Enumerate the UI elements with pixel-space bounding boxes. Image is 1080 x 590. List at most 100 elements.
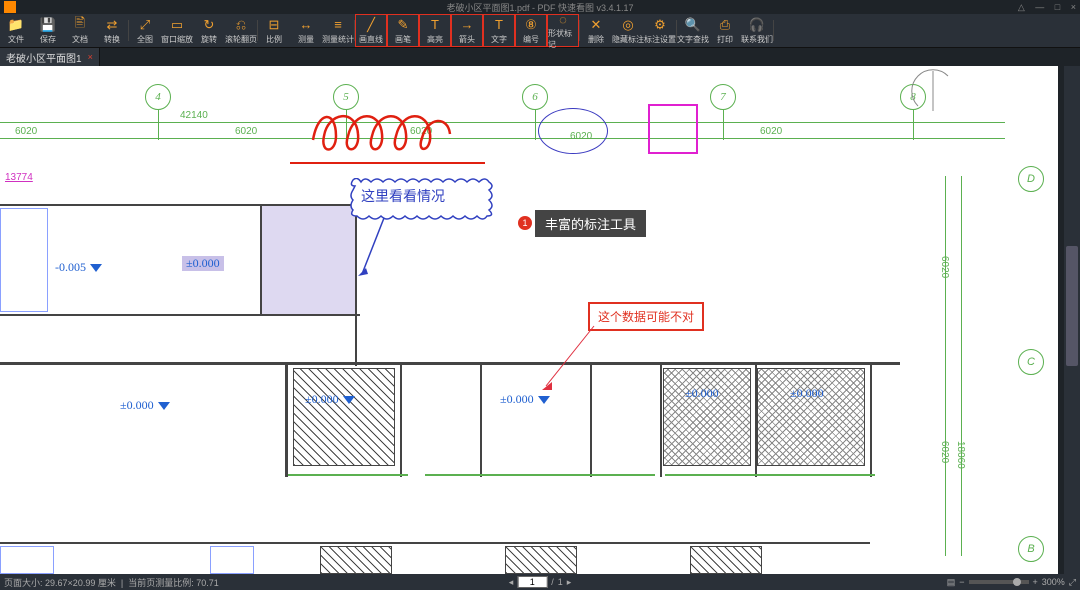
tool-标注设置[interactable]: ⚙标注设置	[644, 14, 676, 47]
tool-label: 窗口缩放	[161, 34, 193, 45]
close-button[interactable]: ×	[1071, 2, 1076, 12]
zoom-slider[interactable]	[969, 580, 1029, 584]
删除-icon: ✕	[591, 17, 602, 33]
magenta-rect-annot[interactable]	[648, 104, 698, 154]
title-bar: 老破小区平面图1.pdf - PDF 快速看图 v3.4.1.17 △ — □ …	[0, 0, 1080, 14]
tool-文件[interactable]: 📁文件	[0, 14, 32, 47]
red-box-callout[interactable]: 这个数据可能不对	[588, 302, 704, 331]
grid-bubble-7: 7	[710, 84, 736, 110]
tool-label: 打印	[717, 34, 733, 45]
tool-转换[interactable]: ⇄转换	[96, 14, 128, 47]
page-prev-icon[interactable]: ◂	[509, 577, 514, 588]
tool-隐藏标注[interactable]: ◎隐藏标注	[612, 14, 644, 47]
elev-triangle-icon	[90, 264, 102, 272]
vertical-scrollbar[interactable]	[1064, 66, 1080, 574]
hatch-frag	[505, 546, 577, 574]
minimize-button[interactable]: —	[1035, 2, 1044, 12]
tool-联系我们[interactable]: 🎧联系我们	[741, 14, 773, 47]
标注设置-icon: ⚙	[654, 17, 666, 33]
tool-比例[interactable]: ⊟比例	[258, 14, 290, 47]
tool-label: 保存	[40, 34, 56, 45]
tool-全图[interactable]: ⤢全图	[129, 14, 161, 47]
grid-tick	[723, 110, 724, 140]
elev-d: ±0.000	[685, 386, 719, 401]
tab-close-icon[interactable]: ×	[88, 52, 93, 62]
tool-画直线[interactable]: ╱画直线	[355, 14, 387, 47]
tab-document[interactable]: 老破小区平面图1 ×	[0, 48, 100, 66]
箭头-icon: →	[461, 17, 474, 33]
wall-line	[660, 362, 662, 477]
grid-bubble-4: 4	[145, 84, 171, 110]
page-total: 1	[558, 577, 563, 587]
编号-icon: ⑧	[525, 17, 537, 33]
窗口缩放-icon: ▭	[171, 17, 183, 33]
maximize-button[interactable]: □	[1055, 2, 1060, 12]
tool-label: 隐藏标注	[612, 34, 644, 45]
tool-画笔[interactable]: ✎画笔	[387, 14, 419, 47]
status-bar: 页面大小: 29.67×20.99 厘米 | 当前页测量比例: 70.71 ◂ …	[0, 574, 1080, 590]
tool-测量[interactable]: ↔测量	[290, 14, 322, 47]
page-current-input[interactable]	[517, 576, 547, 588]
hatch-frag	[690, 546, 762, 574]
tool-文字查找[interactable]: 🔍文字查找	[677, 14, 709, 47]
red-underline-annot[interactable]	[290, 162, 485, 164]
elev-shade: ±0.000	[182, 256, 224, 271]
zoom-knob[interactable]	[1013, 578, 1021, 586]
elev-a: ±0.000	[120, 398, 170, 413]
elev-triangle-icon	[158, 402, 170, 410]
toolbar-separator	[773, 20, 774, 41]
zoom-in-icon[interactable]: +	[1033, 577, 1038, 587]
保存-icon: 💾	[40, 17, 56, 33]
page-size-value: 29.67×20.99 厘米	[45, 578, 116, 588]
tool-label: 文档	[72, 34, 88, 45]
red-scribble-annot[interactable]	[308, 102, 458, 157]
red-leader-icon	[540, 324, 598, 392]
tool-文字[interactable]: T文字	[483, 14, 515, 47]
expand-icon[interactable]: ⤢	[1069, 577, 1076, 588]
annotation-dark-label: 丰富的标注工具	[535, 210, 646, 237]
wall-line	[260, 204, 262, 316]
tool-窗口缩放[interactable]: ▭窗口缩放	[161, 14, 193, 47]
tool-旋转[interactable]: ↻旋转	[193, 14, 225, 47]
grid-bubble-C: C	[1018, 349, 1044, 375]
notification-icon[interactable]: △	[1018, 2, 1025, 12]
drawing-canvas[interactable]: 4 5 6 7 8 D C B 42140 6020 6020 6020 602…	[0, 66, 1058, 574]
dim-6020-2: 6020	[235, 126, 257, 137]
tool-打印[interactable]: ⎙打印	[709, 14, 741, 47]
dim-line	[0, 138, 1005, 139]
zoom-value: 300%	[1042, 577, 1065, 587]
document-tabs: 老破小区平面图1 ×	[0, 48, 1080, 66]
tool-箭头[interactable]: →箭头	[451, 14, 483, 47]
grid-bubble-B: B	[1018, 536, 1044, 562]
cloud-callout-text: 这里看看情况	[361, 188, 445, 204]
tool-label: 比例	[266, 34, 282, 45]
zoom-controls: ▤ − + 300% ⤢	[947, 577, 1076, 588]
tool-高亮[interactable]: T高亮	[419, 14, 451, 47]
page-next-icon[interactable]: ▸	[567, 577, 572, 588]
elev-b: ±0.000	[305, 392, 355, 407]
文件-icon: 📁	[8, 17, 24, 33]
dim-line-side	[945, 176, 946, 556]
layout-icon[interactable]: ▤	[947, 577, 956, 588]
zoom-out-icon[interactable]: −	[959, 577, 964, 587]
tool-文档[interactable]: 🖹文档	[64, 14, 96, 47]
green-line	[288, 474, 408, 476]
wall-line	[285, 362, 288, 477]
tool-label: 文字查找	[677, 34, 709, 45]
tool-保存[interactable]: 💾保存	[32, 14, 64, 47]
grid-bubble-D: D	[1018, 166, 1044, 192]
tool-删除[interactable]: ✕删除	[580, 14, 612, 47]
hatch-panel-1	[293, 368, 395, 466]
tab-label: 老破小区平面图1	[6, 50, 82, 65]
blue-ellipse-annot[interactable]	[538, 108, 608, 154]
形状标记-icon: ◌	[559, 12, 567, 27]
tool-编号[interactable]: ⑧编号	[515, 14, 547, 47]
tool-测量统计[interactable]: ≡测量统计	[322, 14, 354, 47]
scrollbar-thumb[interactable]	[1066, 246, 1078, 366]
打印-icon: ⎙	[720, 17, 730, 33]
cloud-callout-annot[interactable]: 这里看看情况	[349, 178, 494, 220]
room-box	[210, 546, 254, 574]
ratio-label: 当前页测量比例:	[128, 578, 194, 588]
tool-滚轮翻页[interactable]: ⎌滚轮翻页	[225, 14, 257, 47]
tool-形状标记[interactable]: ◌形状标记	[547, 14, 579, 47]
